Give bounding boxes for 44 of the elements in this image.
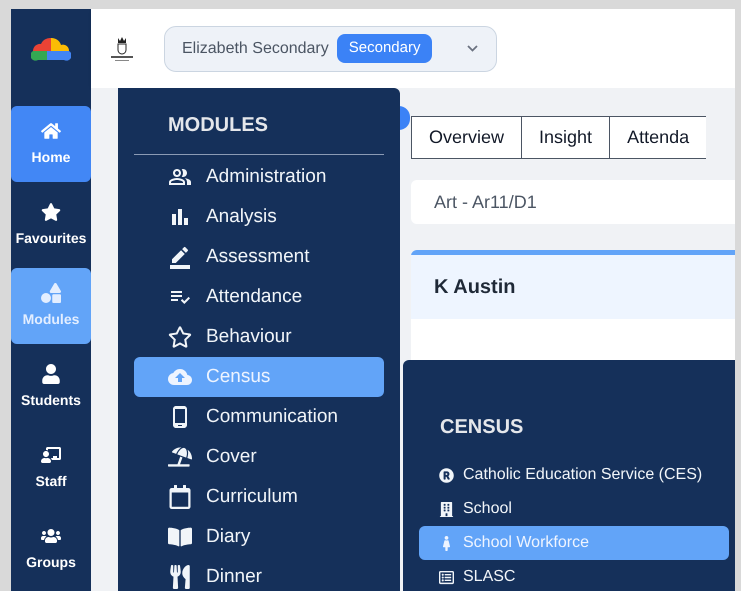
- crest-logo-icon: [110, 36, 134, 62]
- registered-icon: [439, 468, 454, 482]
- tab[interactable]: Insight: [522, 116, 610, 159]
- menu-item[interactable]: Communication: [134, 397, 384, 437]
- tab[interactable]: Overview: [411, 116, 522, 159]
- menu-item[interactable]: Administration: [134, 157, 384, 197]
- building-icon: [439, 502, 454, 516]
- school-selector[interactable]: Elizabeth Secondary Secondary: [164, 26, 497, 72]
- nav-item[interactable]: Groups: [11, 511, 91, 587]
- list-icon: [439, 570, 454, 584]
- class-field[interactable]: Art - Ar11/D1: [411, 180, 735, 224]
- school-name: Elizabeth Secondary: [182, 38, 329, 58]
- nav-item[interactable]: Students: [11, 349, 91, 425]
- menu-item[interactable]: Attendance: [134, 277, 384, 317]
- menu-item[interactable]: Assessment: [134, 237, 384, 277]
- menu-item[interactable]: Behaviour: [134, 317, 384, 357]
- star-icon: [168, 325, 192, 349]
- calendar-icon: [168, 485, 192, 509]
- menu-item[interactable]: Analysis: [134, 197, 384, 237]
- menu-item[interactable]: SLASC: [419, 560, 729, 591]
- menu-item[interactable]: Cover: [134, 437, 384, 477]
- pencil-icon: [168, 245, 192, 269]
- menu-heading: MODULES: [168, 114, 268, 136]
- cloud-logo-icon: [31, 36, 71, 60]
- book-icon: [168, 525, 192, 549]
- star-icon: [41, 202, 61, 222]
- person-icon: [41, 364, 61, 384]
- utensils-icon: [168, 565, 192, 589]
- menu-item[interactable]: School: [419, 492, 729, 526]
- menu-heading: CENSUS: [440, 416, 524, 438]
- nav-item[interactable]: Favourites: [11, 187, 91, 263]
- umbrella-icon: [168, 445, 192, 469]
- teacher-icon: [41, 444, 61, 464]
- tab[interactable]: Attenda: [610, 116, 706, 159]
- menu-item[interactable]: Curriculum: [134, 477, 384, 517]
- shapes-icon: [41, 282, 61, 302]
- school-type-badge: Secondary: [336, 34, 432, 63]
- menu-item[interactable]: Dinner: [134, 557, 384, 591]
- chevron-down-icon: [467, 45, 478, 52]
- menu-item[interactable]: Diary: [134, 517, 384, 557]
- menu-item[interactable]: Catholic Education Service (CES): [419, 458, 729, 492]
- home-icon: [41, 120, 61, 140]
- nav-item[interactable]: Staff: [11, 430, 91, 506]
- card-title: K Austin: [434, 275, 516, 300]
